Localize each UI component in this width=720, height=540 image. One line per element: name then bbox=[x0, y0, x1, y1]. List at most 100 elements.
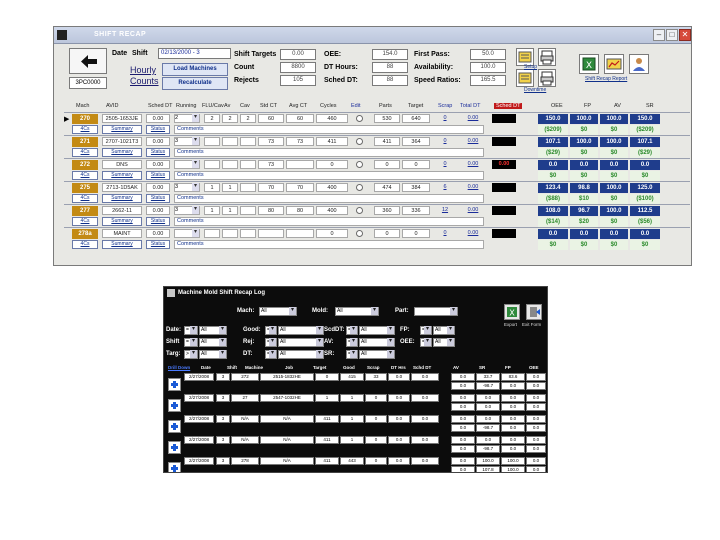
filter-date-op[interactable]: = bbox=[184, 326, 198, 335]
cell-job[interactable]: 2662-11 bbox=[102, 206, 142, 215]
filter-good-value[interactable]: All bbox=[278, 326, 324, 335]
filter-targ-op[interactable]: > bbox=[184, 350, 198, 359]
cell-parts[interactable]: 0 bbox=[374, 229, 400, 238]
expand-plus-icon[interactable] bbox=[168, 462, 181, 472]
edit-radio[interactable] bbox=[356, 161, 363, 168]
expand-plus-icon[interactable] bbox=[168, 399, 181, 412]
cell-av[interactable]: 2 bbox=[222, 114, 238, 123]
cell-fluc[interactable]: 1 bbox=[204, 183, 220, 192]
cell-cav[interactable] bbox=[240, 229, 256, 238]
filter-dt-op[interactable]: = bbox=[265, 350, 277, 359]
cell-fluc[interactable] bbox=[204, 137, 220, 146]
summary-button[interactable]: Summary bbox=[102, 240, 142, 249]
cell-avg_ct[interactable]: 80 bbox=[286, 206, 314, 215]
cell-cav[interactable] bbox=[240, 160, 256, 169]
4cs-button[interactable]: 4Cs bbox=[72, 217, 98, 226]
shift-report-button[interactable] bbox=[604, 54, 624, 74]
edit-radio[interactable] bbox=[356, 115, 363, 122]
cell-cav[interactable] bbox=[240, 206, 256, 215]
status-button[interactable]: Status bbox=[146, 240, 170, 249]
expand-plus-icon[interactable] bbox=[168, 420, 181, 433]
filter-fp-op[interactable]: = bbox=[420, 326, 432, 335]
status-button[interactable]: Status bbox=[146, 217, 170, 226]
edit-radio[interactable] bbox=[356, 207, 363, 214]
cell-fluc[interactable] bbox=[204, 160, 220, 169]
filter-rej-value[interactable]: All bbox=[278, 338, 324, 347]
hourly-link[interactable]: Hourly bbox=[130, 65, 156, 75]
cell-cycles[interactable]: 0 bbox=[316, 160, 348, 169]
summary-button[interactable]: Summary bbox=[102, 125, 142, 134]
counts-link[interactable]: Counts bbox=[130, 76, 159, 86]
date-shift-select[interactable]: 02/13/2000 - 3 bbox=[158, 48, 231, 59]
4cs-button[interactable]: 4Cs bbox=[72, 171, 98, 180]
cell-target[interactable]: 336 bbox=[402, 206, 430, 215]
filter-oee-value[interactable]: All bbox=[433, 338, 455, 347]
cell-parts[interactable]: 360 bbox=[374, 206, 400, 215]
shift-recap-report-caption[interactable]: Shift Recap Report bbox=[585, 76, 627, 82]
filter-scddt-op[interactable]: = bbox=[346, 326, 358, 335]
comments-field[interactable]: Comments bbox=[174, 194, 484, 203]
filter-shift-value[interactable]: All bbox=[199, 338, 227, 347]
close-button[interactable]: ✕ bbox=[679, 29, 691, 41]
running-select[interactable] bbox=[174, 229, 200, 238]
load-machines-button[interactable]: Load Machines bbox=[162, 63, 228, 76]
comments-field[interactable]: Comments bbox=[174, 240, 484, 249]
cell-std_ct[interactable]: 80 bbox=[258, 206, 284, 215]
summary-button[interactable]: Summary bbox=[102, 217, 142, 226]
filter-targ-value[interactable]: All bbox=[199, 350, 227, 359]
downtime-print-button[interactable] bbox=[538, 69, 556, 87]
cell-parts[interactable]: 474 bbox=[374, 183, 400, 192]
edit-radio[interactable] bbox=[356, 184, 363, 191]
comments-field[interactable]: Comments bbox=[174, 148, 484, 157]
filter-date-value[interactable]: All bbox=[199, 326, 227, 335]
filter-av-value[interactable]: All bbox=[359, 338, 395, 347]
cell-target[interactable]: 364 bbox=[402, 137, 430, 146]
cell-cycles[interactable]: 411 bbox=[316, 137, 348, 146]
recalculate-button[interactable]: Recalculate bbox=[162, 77, 228, 90]
filter-good-op[interactable]: = bbox=[265, 326, 277, 335]
cell-std_ct[interactable]: 73 bbox=[258, 137, 284, 146]
status-button[interactable]: Status bbox=[146, 148, 170, 157]
filter-sr-op[interactable]: = bbox=[346, 350, 358, 359]
cell-parts[interactable]: 0 bbox=[374, 160, 400, 169]
export-button[interactable]: X bbox=[504, 304, 520, 320]
cell-sched_dt[interactable]: 0.00 bbox=[146, 114, 170, 123]
comments-field[interactable]: Comments bbox=[174, 125, 484, 134]
cell-avg_ct[interactable] bbox=[286, 160, 314, 169]
cell-cycles[interactable]: 0 bbox=[316, 229, 348, 238]
filter-dt-value[interactable]: All bbox=[278, 350, 324, 359]
cell-avg_ct[interactable]: 60 bbox=[286, 114, 314, 123]
cell-av[interactable] bbox=[222, 137, 238, 146]
expand-plus-icon[interactable] bbox=[168, 441, 181, 454]
summary-button[interactable]: Summary bbox=[102, 171, 142, 180]
cell-av[interactable]: 1 bbox=[222, 206, 238, 215]
expand-plus-icon[interactable] bbox=[168, 378, 181, 391]
cell-cycles[interactable]: 400 bbox=[316, 183, 348, 192]
filter-scddt-value[interactable]: All bbox=[359, 326, 395, 335]
cell-std_ct[interactable]: 60 bbox=[258, 114, 284, 123]
exit-form-button[interactable] bbox=[526, 304, 542, 320]
col-drill-down[interactable]: Drill Down bbox=[168, 365, 190, 370]
cell-parts[interactable]: 530 bbox=[374, 114, 400, 123]
cell-job[interactable]: DNS bbox=[102, 160, 142, 169]
cell-av[interactable] bbox=[222, 160, 238, 169]
filter-av-op[interactable]: = bbox=[346, 338, 358, 347]
edit-radio[interactable] bbox=[356, 138, 363, 145]
cell-fluc[interactable]: 2 bbox=[204, 114, 220, 123]
mach-select[interactable]: All bbox=[259, 307, 297, 316]
cell-fluc[interactable] bbox=[204, 229, 220, 238]
cell-avg_ct[interactable]: 70 bbox=[286, 183, 314, 192]
cell-av[interactable]: 1 bbox=[222, 183, 238, 192]
cell-sched_dt[interactable]: 0.00 bbox=[146, 183, 170, 192]
mold-select[interactable]: All bbox=[335, 307, 379, 316]
minimize-button[interactable]: – bbox=[653, 29, 665, 41]
cell-avg_ct[interactable] bbox=[286, 229, 314, 238]
cell-cav[interactable]: 2 bbox=[240, 114, 256, 123]
cell-target[interactable]: 0 bbox=[402, 160, 430, 169]
running-select[interactable]: 3 bbox=[174, 206, 200, 215]
cell-target[interactable]: 640 bbox=[402, 114, 430, 123]
back-button[interactable] bbox=[69, 48, 107, 74]
maximize-button[interactable]: □ bbox=[666, 29, 678, 41]
running-select[interactable]: 3 bbox=[174, 183, 200, 192]
cell-cycles[interactable]: 400 bbox=[316, 206, 348, 215]
